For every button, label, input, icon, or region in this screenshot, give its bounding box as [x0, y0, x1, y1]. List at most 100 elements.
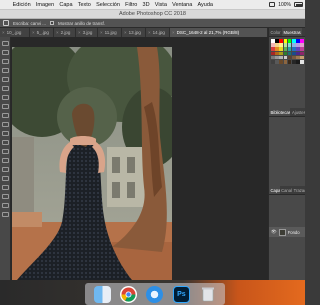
menu-texto[interactable]: Texto — [75, 2, 93, 8]
color-swatch[interactable] — [296, 51, 300, 56]
color-swatch[interactable] — [271, 43, 275, 47]
tab-muestras[interactable]: Muestras — [282, 28, 303, 36]
tab-ajustes[interactable]: Ajustes — [290, 108, 305, 116]
tab-color[interactable]: Color — [269, 28, 282, 36]
pen-tool-icon[interactable] — [1, 167, 9, 172]
color-swatch[interactable] — [275, 43, 279, 47]
color-swatch[interactable] — [300, 55, 304, 60]
clone-stamp-tool-icon[interactable] — [1, 113, 9, 118]
tab-trazados[interactable]: Trazados — [292, 186, 305, 194]
lasso-tool-icon[interactable] — [1, 59, 9, 64]
color-swatch[interactable] — [283, 43, 288, 47]
color-swatch[interactable] — [275, 47, 279, 51]
color-swatch[interactable] — [279, 39, 283, 43]
menu-edicion[interactable]: Edición — [10, 2, 33, 8]
wifi-icon[interactable] — [269, 2, 276, 7]
color-swatch[interactable] — [283, 47, 288, 51]
color-swatch[interactable] — [279, 59, 283, 64]
color-swatch[interactable] — [283, 55, 288, 60]
color-swatch[interactable] — [275, 51, 279, 56]
finder-icon[interactable] — [93, 285, 111, 303]
color-swatch[interactable] — [275, 59, 279, 64]
color-swatch[interactable] — [279, 43, 283, 47]
tab-canales[interactable]: Canales — [280, 186, 292, 194]
color-swatch[interactable] — [300, 47, 304, 51]
color-swatch[interactable] — [275, 39, 279, 43]
canvas-area[interactable] — [11, 37, 268, 280]
tab-11-jpg[interactable]: × 11.jpg — [98, 28, 122, 37]
menu-vista[interactable]: Vista — [152, 2, 169, 8]
menu-imagen[interactable]: Imagen — [33, 2, 57, 8]
close-icon[interactable]: × — [2, 30, 5, 35]
tab-13-jpg[interactable]: × 13.jpg — [122, 28, 146, 37]
color-swatch[interactable] — [283, 39, 288, 43]
photoshop-icon[interactable]: Ps — [172, 285, 190, 303]
tab-capas[interactable]: Capas — [269, 186, 280, 194]
color-swatch[interactable] — [279, 51, 283, 56]
menu-ayuda[interactable]: Ayuda — [195, 2, 216, 8]
color-swatch[interactable] — [296, 47, 300, 51]
layer-row-fondo[interactable]: 👁 Fondo — [269, 227, 305, 237]
current-tool-icon[interactable] — [3, 20, 9, 26]
color-swatch[interactable] — [296, 39, 300, 43]
close-icon[interactable]: × — [100, 30, 103, 35]
move-tool-icon[interactable] — [1, 41, 9, 46]
tab-bibliotecas[interactable]: Bibliotecas — [269, 108, 291, 116]
color-swatch[interactable] — [291, 51, 296, 56]
shape-tool-icon[interactable] — [1, 194, 9, 199]
color-swatch[interactable] — [271, 59, 275, 64]
close-icon[interactable]: × — [78, 30, 81, 35]
hand-tool-icon[interactable] — [1, 203, 9, 208]
color-swatch[interactable] — [300, 59, 304, 64]
zoom-tool-icon[interactable] — [1, 212, 9, 217]
menu-ventana[interactable]: Ventana — [169, 2, 194, 8]
color-swatch[interactable] — [287, 39, 292, 43]
eye-icon[interactable]: 👁 — [271, 229, 277, 235]
menu-3d[interactable]: 3D — [140, 2, 152, 8]
healing-brush-tool-icon[interactable] — [1, 95, 9, 100]
color-swatch[interactable] — [291, 55, 296, 60]
menu-filtro[interactable]: Filtro — [123, 2, 140, 8]
marquee-tool-icon[interactable] — [1, 50, 9, 55]
blur-tool-icon[interactable] — [1, 149, 9, 154]
color-swatch[interactable] — [271, 47, 275, 51]
safari-icon[interactable] — [146, 285, 164, 303]
eraser-tool-icon[interactable] — [1, 131, 9, 136]
color-swatch[interactable] — [287, 55, 292, 60]
menu-capa[interactable]: Capa — [57, 2, 75, 8]
color-swatch[interactable] — [283, 59, 288, 64]
close-icon[interactable]: × — [148, 30, 151, 35]
color-swatch[interactable] — [287, 59, 292, 64]
color-swatch[interactable] — [296, 59, 300, 64]
battery-icon[interactable] — [294, 2, 303, 7]
quick-select-tool-icon[interactable] — [1, 68, 9, 73]
color-swatch[interactable] — [283, 51, 288, 56]
brush-tool-icon[interactable] — [1, 104, 9, 109]
crop-tool-icon[interactable] — [1, 77, 9, 82]
close-icon[interactable]: × — [32, 30, 35, 35]
color-swatch[interactable] — [300, 51, 304, 56]
color-swatch[interactable] — [279, 47, 283, 51]
color-swatch[interactable] — [291, 39, 296, 43]
color-swatch[interactable] — [271, 51, 275, 56]
close-icon[interactable]: × — [124, 30, 127, 35]
type-tool-icon[interactable] — [1, 176, 9, 181]
transform-checkbox[interactable] — [50, 21, 55, 25]
tab-10-jpg[interactable]: × 10_.jpg — [0, 28, 30, 37]
color-swatch[interactable] — [271, 39, 275, 43]
tab-5-jpg[interactable]: × 5_.jpg — [30, 28, 54, 37]
color-swatch[interactable] — [279, 55, 283, 60]
color-swatch[interactable] — [291, 47, 296, 51]
color-swatch[interactable] — [287, 47, 292, 51]
history-brush-tool-icon[interactable] — [1, 122, 9, 127]
color-swatch[interactable] — [291, 59, 296, 64]
color-swatch[interactable] — [296, 55, 300, 60]
color-swatch[interactable] — [291, 43, 296, 47]
dodge-tool-icon[interactable] — [1, 158, 9, 163]
tab-14-jpg[interactable]: × 14.jpg — [146, 28, 170, 37]
eyedropper-tool-icon[interactable] — [1, 86, 9, 91]
color-swatch[interactable] — [275, 55, 279, 60]
close-icon[interactable]: × — [172, 30, 175, 35]
tab-3-jpg[interactable]: × 3.jpg — [76, 28, 98, 37]
chrome-icon[interactable] — [120, 285, 138, 303]
